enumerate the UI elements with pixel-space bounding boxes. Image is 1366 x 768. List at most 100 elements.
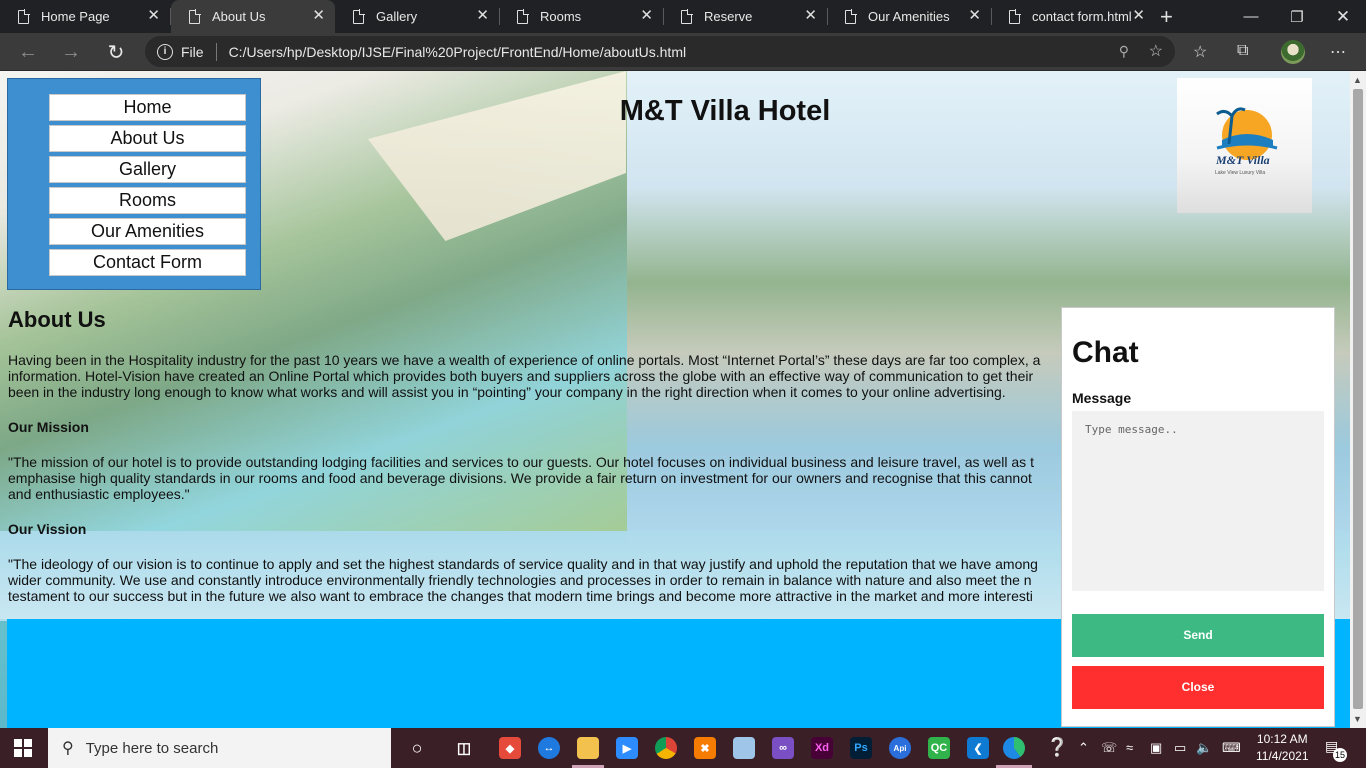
tab-our-amenities[interactable]: Our Amenities ✕ bbox=[827, 0, 992, 33]
zoom-app-icon[interactable]: ▶ bbox=[616, 737, 638, 759]
nav-contact-form[interactable]: Contact Form bbox=[49, 249, 246, 276]
profile-avatar[interactable] bbox=[1281, 40, 1305, 64]
close-chat-button[interactable]: Close bbox=[1072, 666, 1324, 709]
adobe-xd-icon[interactable]: Xd bbox=[811, 737, 833, 759]
favorites-icon[interactable]: ☆ bbox=[1193, 42, 1207, 62]
qc-icon[interactable]: QC bbox=[928, 737, 950, 759]
more-menu-icon[interactable]: ⋯ bbox=[1330, 42, 1346, 62]
close-icon[interactable]: ✕ bbox=[804, 8, 817, 24]
apidog-icon[interactable]: Api bbox=[889, 737, 911, 759]
text-line: and enthusiastic employees." bbox=[8, 486, 190, 502]
tab-rooms[interactable]: Rooms ✕ bbox=[499, 0, 664, 33]
nav-home[interactable]: Home bbox=[49, 94, 246, 121]
url-text[interactable]: C:/Users/hp/Desktop/IJSE/Final%20Project… bbox=[229, 44, 687, 60]
scroll-thumb[interactable] bbox=[1353, 89, 1363, 709]
battery-icon[interactable]: ▭ bbox=[1174, 740, 1186, 756]
vscode-icon[interactable]: ❮ bbox=[967, 737, 989, 759]
window-close-icon[interactable]: ✕ bbox=[1320, 0, 1366, 33]
zoom-icon[interactable]: ⚲ bbox=[1119, 43, 1129, 60]
text-line: Having been in the Hospitality industry … bbox=[8, 352, 1041, 368]
browser-tab-strip: Home Page ✕ About Us ✕ Gallery ✕ Rooms ✕… bbox=[0, 0, 1366, 33]
page-icon bbox=[681, 8, 693, 24]
tab-title: Gallery bbox=[376, 9, 418, 24]
divider bbox=[215, 42, 217, 61]
forward-icon[interactable]: → bbox=[58, 39, 84, 65]
mission-text: "The mission of our hotel is to provide … bbox=[8, 454, 1128, 502]
visual-studio-icon[interactable]: ∞ bbox=[772, 737, 794, 759]
tab-gallery[interactable]: Gallery ✕ bbox=[335, 0, 500, 33]
xampp-icon[interactable]: ✖ bbox=[694, 737, 716, 759]
wifi-icon[interactable]: ≈ bbox=[1126, 740, 1133, 755]
windows-start-icon[interactable] bbox=[14, 739, 32, 757]
nav-our-amenities[interactable]: Our Amenities bbox=[49, 218, 246, 245]
tray-chevron-icon[interactable]: ⌃ bbox=[1078, 740, 1089, 756]
keyboard-icon[interactable]: ⌨ bbox=[1222, 740, 1241, 756]
close-icon[interactable]: ✕ bbox=[1132, 8, 1145, 24]
site-nav: Home About Us Gallery Rooms Our Amenitie… bbox=[7, 78, 261, 290]
edge-icon[interactable] bbox=[1003, 737, 1025, 759]
text-line: testament to our success but in the futu… bbox=[8, 588, 1033, 604]
chat-popup: Chat Message Send Close bbox=[1061, 307, 1335, 727]
volume-icon[interactable]: 🔈 bbox=[1196, 740, 1212, 756]
logo-graphic: M&T Villa Lake View Luxury Villa bbox=[1215, 107, 1278, 176]
mission-heading: Our Mission bbox=[8, 419, 89, 435]
display-icon[interactable]: ▣ bbox=[1150, 740, 1162, 756]
close-icon[interactable]: ✕ bbox=[968, 8, 981, 24]
search-placeholder: Type here to search bbox=[85, 739, 219, 757]
anydesk-icon[interactable]: ◆ bbox=[499, 737, 521, 759]
minimize-icon[interactable]: — bbox=[1228, 0, 1274, 33]
text-line: wider community. We use and constantly i… bbox=[8, 572, 1032, 588]
virtualbox-icon[interactable] bbox=[733, 737, 755, 759]
tab-title: Our Amenities bbox=[868, 9, 950, 24]
back-icon[interactable]: ← bbox=[15, 39, 41, 65]
cortana-icon[interactable]: ○ bbox=[406, 737, 428, 759]
nav-about-us[interactable]: About Us bbox=[49, 125, 246, 152]
tab-reserve[interactable]: Reserve ✕ bbox=[663, 0, 828, 33]
task-view-icon[interactable]: ◫ bbox=[453, 737, 475, 759]
file-explorer-icon[interactable] bbox=[577, 737, 599, 759]
clock-time: 10:12 AM bbox=[1256, 732, 1308, 746]
vision-text: "The ideology of our vision is to contin… bbox=[8, 556, 1128, 604]
windows-taskbar: ⚲ Type here to search ○ ◫ ◆ ↔ ▶ ✖ ∞ Xd P… bbox=[0, 728, 1366, 768]
tab-about-us[interactable]: About Us ✕ bbox=[171, 0, 335, 33]
scroll-down-icon[interactable]: ▼ bbox=[1353, 714, 1362, 724]
phone-link-icon[interactable]: ☏ bbox=[1101, 740, 1117, 756]
close-icon[interactable]: ✕ bbox=[640, 8, 653, 24]
notification-badge: 15 bbox=[1333, 748, 1347, 762]
hotel-logo: M&T Villa Lake View Luxury Villa bbox=[1177, 78, 1312, 213]
about-intro: Having been in the Hospitality industry … bbox=[8, 352, 1128, 400]
vision-heading: Our Vission bbox=[8, 521, 87, 537]
search-icon: ⚲ bbox=[62, 740, 74, 757]
text-line: information. Hotel-Vision have created a… bbox=[8, 368, 1034, 384]
collections-icon[interactable]: ⧉ bbox=[1237, 42, 1248, 60]
restore-icon[interactable]: ❐ bbox=[1274, 0, 1320, 33]
message-input[interactable] bbox=[1072, 411, 1324, 591]
teamviewer-icon[interactable]: ↔ bbox=[538, 737, 560, 759]
send-button[interactable]: Send bbox=[1072, 614, 1324, 657]
tab-title: Home Page bbox=[41, 9, 110, 24]
add-favorite-icon[interactable]: ☆ bbox=[1149, 41, 1163, 61]
taskbar-search[interactable]: ⚲ Type here to search bbox=[48, 728, 391, 768]
address-bar[interactable]: i File C:/Users/hp/Desktop/IJSE/Final%20… bbox=[145, 36, 1175, 67]
tab-home-page[interactable]: Home Page ✕ bbox=[0, 0, 171, 33]
refresh-icon[interactable]: ↻ bbox=[103, 39, 129, 65]
taskbar-clock[interactable]: 10:12 AM 11/4/2021 bbox=[1256, 731, 1309, 765]
page-scrollbar[interactable]: ▲ ▼ bbox=[1350, 71, 1366, 729]
photoshop-icon[interactable]: Ps bbox=[850, 737, 872, 759]
close-icon[interactable]: ✕ bbox=[147, 8, 160, 24]
info-icon[interactable]: i bbox=[157, 43, 173, 60]
tab-contact-form[interactable]: contact form.html ✕ bbox=[991, 0, 1155, 33]
scroll-up-icon[interactable]: ▲ bbox=[1353, 75, 1362, 85]
close-icon[interactable]: ✕ bbox=[476, 8, 489, 24]
tab-title: Reserve bbox=[704, 9, 753, 24]
close-icon[interactable]: ✕ bbox=[312, 8, 325, 24]
page-icon bbox=[517, 8, 529, 24]
new-tab-icon[interactable]: + bbox=[1160, 4, 1173, 30]
chrome-icon[interactable] bbox=[655, 737, 677, 759]
message-label: Message bbox=[1072, 390, 1132, 406]
nav-rooms[interactable]: Rooms bbox=[49, 187, 246, 214]
page-icon bbox=[353, 8, 365, 24]
about-heading: About Us bbox=[8, 307, 106, 332]
help-icon[interactable]: ❔ bbox=[1046, 737, 1068, 758]
nav-gallery[interactable]: Gallery bbox=[49, 156, 246, 183]
